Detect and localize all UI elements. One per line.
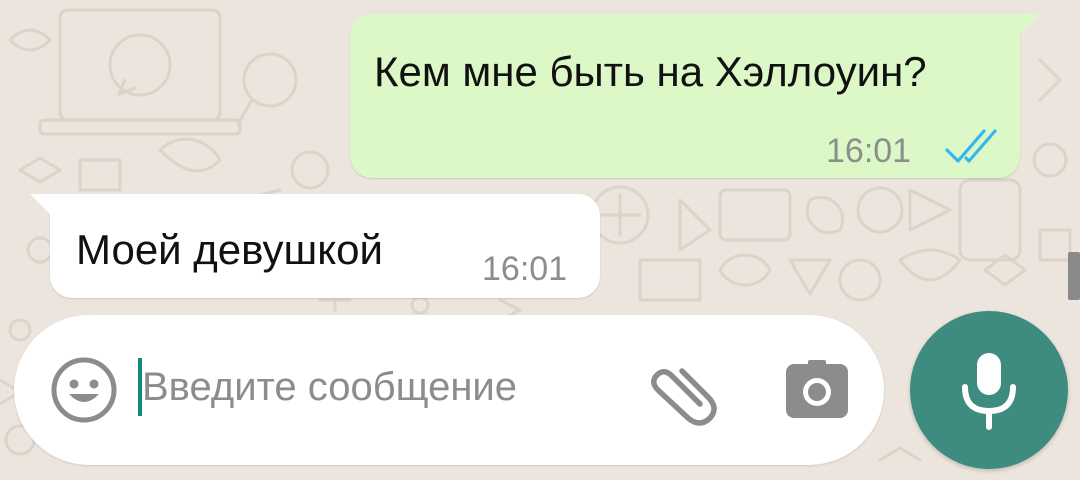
scrollbar-thumb[interactable] <box>1068 252 1080 300</box>
outgoing-message-time: 16:01 <box>826 132 912 170</box>
outgoing-message-text: Кем мне быть на Хэллоуин? <box>374 48 927 95</box>
voice-record-button[interactable] <box>910 311 1068 469</box>
mic-icon <box>962 353 1016 430</box>
outgoing-message-bubble[interactable] <box>350 14 1020 178</box>
incoming-message-time: 16:01 <box>482 250 568 288</box>
incoming-message-text: Моей девушкой <box>76 226 383 273</box>
attach-icon[interactable] <box>642 356 722 426</box>
message-input[interactable] <box>142 354 622 420</box>
camera-icon[interactable] <box>784 358 850 424</box>
outgoing-bubble-tail <box>1018 14 1040 36</box>
read-ticks-icon <box>945 129 997 163</box>
incoming-bubble-tail <box>30 194 52 216</box>
emoji-icon[interactable] <box>50 356 118 424</box>
